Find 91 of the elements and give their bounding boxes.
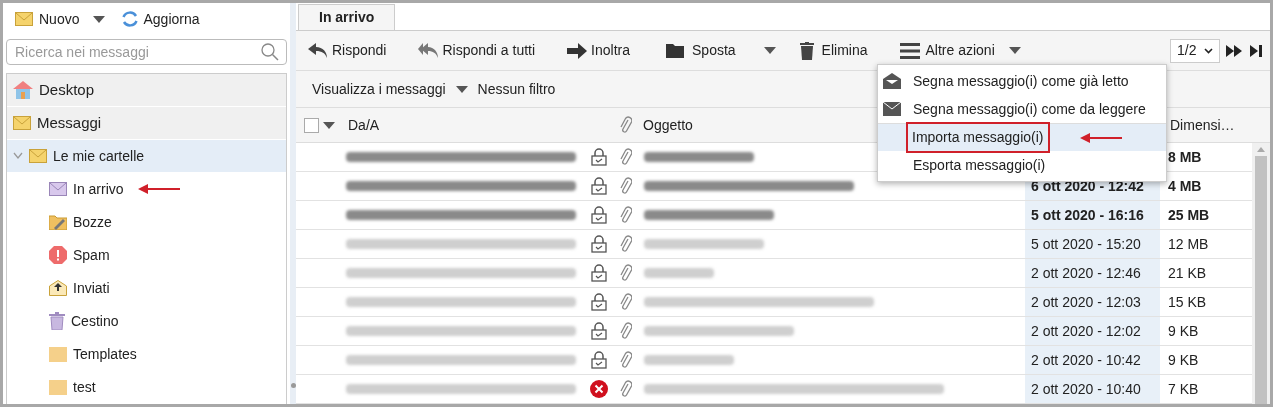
paperclip-icon bbox=[620, 293, 632, 311]
house-icon bbox=[13, 81, 33, 99]
caret-icon bbox=[93, 15, 106, 23]
folder-pencil-icon bbox=[49, 214, 67, 230]
paperclip-icon bbox=[620, 148, 632, 166]
table-cell-text: 9 KB bbox=[1167, 350, 1200, 370]
refresh-button[interactable]: Aggiorna bbox=[121, 8, 200, 30]
lock-check-icon bbox=[590, 322, 607, 340]
menu-item[interactable]: Importa messaggio(i) bbox=[878, 123, 1166, 151]
table-cell: 2 ott 2020 - 10:42 bbox=[1025, 346, 1160, 374]
filter-label: Nessun filtro bbox=[477, 79, 556, 99]
reply-all-icon bbox=[418, 42, 439, 59]
lock-check-icon bbox=[590, 148, 607, 166]
refresh-icon bbox=[121, 10, 140, 28]
caret-icon bbox=[455, 85, 468, 93]
open-envelope-icon bbox=[883, 73, 901, 89]
lock-check-icon bbox=[590, 177, 607, 195]
folder-icon bbox=[49, 346, 67, 362]
arrow-annotation bbox=[1079, 131, 1122, 144]
forward-button[interactable]: Inoltra bbox=[567, 40, 630, 61]
trash-icon bbox=[49, 312, 65, 330]
envelope-icon bbox=[49, 182, 67, 196]
folder-item[interactable]: Desktop bbox=[7, 74, 286, 107]
column-header[interactable]: Da/A bbox=[346, 114, 611, 136]
more-actions-button[interactable]: Altre azioni bbox=[899, 40, 1021, 61]
lock-check-icon bbox=[590, 264, 607, 282]
lock-check-icon bbox=[590, 293, 607, 311]
scrollbar-thumb[interactable] bbox=[1255, 156, 1267, 404]
table-cell: 2 ott 2020 - 10:40 bbox=[1025, 375, 1160, 403]
table-cell-text: 8 MB bbox=[1167, 147, 1203, 167]
fast-forward-icon[interactable] bbox=[1226, 44, 1242, 57]
blurred-text bbox=[644, 268, 714, 278]
paperclip-icon bbox=[620, 116, 632, 134]
trash-icon bbox=[799, 41, 814, 60]
folder-icon bbox=[49, 379, 67, 395]
table-cell-text: 21 KB bbox=[1167, 263, 1208, 283]
dropdown-caret-icon bbox=[763, 47, 776, 54]
arrow-annotation bbox=[137, 183, 180, 195]
paperclip-icon bbox=[620, 322, 632, 340]
folder-icon bbox=[666, 43, 684, 58]
arrow-right-icon bbox=[567, 42, 588, 59]
table-cell-text: 12 MB bbox=[1167, 234, 1210, 254]
tab[interactable]: In arrivo bbox=[298, 4, 396, 30]
table-cell: 5 ott 2020 - 15:20 bbox=[1025, 230, 1160, 258]
paperclip-icon bbox=[620, 264, 632, 282]
paperclip-icon bbox=[620, 351, 632, 369]
select-all-checkbox[interactable] bbox=[304, 117, 319, 133]
table-cell: 2 ott 2020 - 12:03 bbox=[1025, 288, 1160, 316]
folder-item[interactable]: Le mie cartelle bbox=[7, 140, 286, 173]
search-field[interactable]: Ricerca nei messaggi bbox=[6, 39, 287, 65]
error-icon bbox=[589, 380, 608, 398]
new-mail-icon bbox=[15, 12, 33, 26]
caret-icon bbox=[1008, 47, 1021, 54]
paperclip-icon bbox=[620, 177, 632, 195]
table-cell: 2 ott 2020 - 12:46 bbox=[1025, 259, 1160, 287]
table-cell-text: 4 MB bbox=[1167, 176, 1203, 196]
reply-icon bbox=[308, 42, 328, 59]
table-cell: 2 ott 2020 - 12:02 bbox=[1025, 317, 1160, 345]
folder-item[interactable]: Messaggi bbox=[7, 107, 286, 140]
envelope-icon bbox=[29, 149, 47, 163]
envelope-icon bbox=[13, 116, 31, 130]
scroll-up-icon[interactable] bbox=[1257, 147, 1265, 152]
lock-check-icon bbox=[590, 351, 607, 369]
paperclip-icon bbox=[620, 380, 632, 398]
search-icon bbox=[261, 43, 279, 61]
table-cell-text: 7 KB bbox=[1167, 379, 1200, 399]
delete-button[interactable]: Elimina bbox=[799, 40, 868, 61]
resize-handle[interactable] bbox=[290, 383, 296, 388]
page-select[interactable]: 1/2 bbox=[1170, 38, 1220, 63]
warning-icon bbox=[49, 246, 67, 264]
new-button[interactable]: Nuovo bbox=[15, 8, 106, 30]
lock-check-icon bbox=[590, 206, 607, 224]
table-cell-text: 25 MB bbox=[1167, 205, 1211, 225]
lock-check-icon bbox=[590, 235, 607, 253]
envelope-up-arrow-icon bbox=[49, 280, 67, 296]
move-button[interactable]: Sposta bbox=[666, 40, 736, 61]
table-cell-text: 15 KB bbox=[1167, 292, 1208, 312]
paperclip-icon bbox=[620, 235, 632, 253]
view-messages-dropdown[interactable]: Visualizza i messaggi bbox=[312, 78, 468, 100]
paperclip-icon bbox=[620, 206, 632, 224]
skip-to-end-icon[interactable] bbox=[1250, 44, 1262, 57]
chevron-down-icon bbox=[1204, 47, 1213, 54]
reply-all-button[interactable]: Rispondi a tutti bbox=[418, 40, 536, 61]
caret-icon bbox=[323, 121, 335, 129]
menu-item[interactable]: Segna messaggio(i) come già letto bbox=[878, 67, 1166, 95]
table-cell: 5 ott 2020 - 16:16 bbox=[1025, 201, 1160, 229]
envelope-icon bbox=[883, 102, 901, 116]
menu-icon bbox=[899, 42, 920, 59]
menu-item[interactable]: Segna messaggio(i) come da leggere bbox=[878, 95, 1166, 123]
table-cell-text: 9 KB bbox=[1167, 321, 1200, 341]
reply-button[interactable]: Rispondi bbox=[308, 40, 387, 61]
